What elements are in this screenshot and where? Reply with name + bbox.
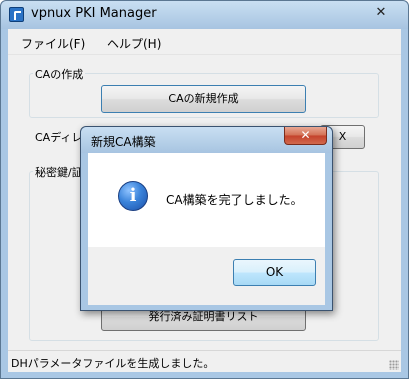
dialog-close-button[interactable]: ✕ bbox=[284, 127, 327, 145]
dialog-message: CA構築を完了しました。 bbox=[166, 193, 303, 207]
main-titlebar[interactable]: vpnux PKI Manager ✕ bbox=[1, 1, 408, 29]
ca-create-label: CAの作成 bbox=[33, 66, 86, 82]
dialog-footer: OK bbox=[88, 247, 325, 305]
close-icon[interactable]: ✕ bbox=[372, 5, 390, 21]
status-text: DHパラメータファイルを生成しました。 bbox=[11, 357, 215, 370]
new-ca-dialog: 新規CA構築 ✕ i CA構築を完了しました。 OK bbox=[80, 126, 333, 311]
dialog-title: 新規CA構築 bbox=[91, 135, 156, 149]
dialog-titlebar[interactable]: 新規CA構築 ✕ bbox=[81, 127, 332, 153]
new-ca-button[interactable]: CAの新規作成 bbox=[101, 85, 306, 113]
window-title: vpnux PKI Manager bbox=[31, 6, 157, 21]
key-cert-label: 秘密鍵/証 bbox=[33, 164, 85, 180]
app-icon bbox=[9, 7, 24, 22]
status-bar: DHパラメータファイルを生成しました。 bbox=[8, 350, 401, 372]
resize-grip-icon[interactable] bbox=[389, 360, 399, 370]
menu-file[interactable]: ファイル(F) bbox=[21, 35, 85, 52]
info-icon: i bbox=[118, 181, 148, 211]
dialog-body: i CA構築を完了しました。 bbox=[88, 153, 325, 247]
ca-dir-label: CAディレ bbox=[35, 131, 83, 144]
menu-bar: ファイル(F) ヘルプ(H) bbox=[8, 29, 401, 55]
ok-button[interactable]: OK bbox=[233, 259, 316, 286]
menu-help[interactable]: ヘルプ(H) bbox=[107, 35, 161, 52]
